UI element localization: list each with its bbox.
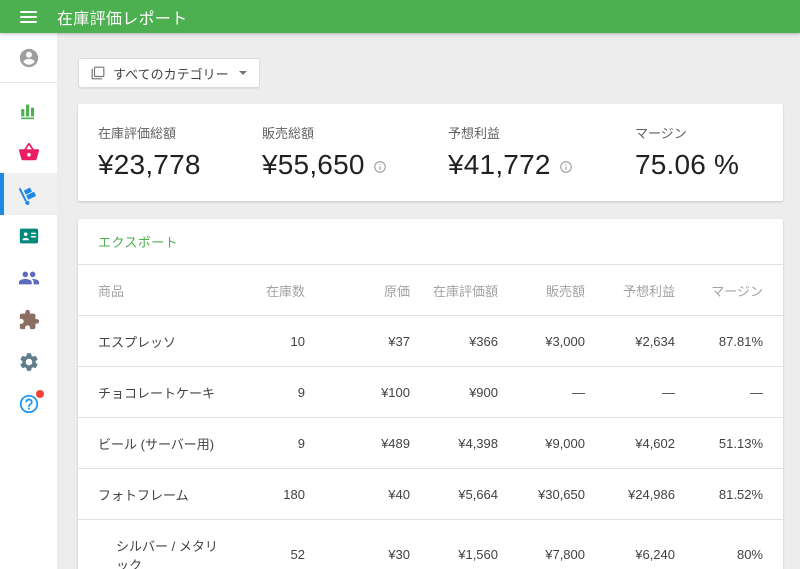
hamburger-menu-icon[interactable]	[0, 10, 57, 23]
stock-cell: 180	[218, 468, 305, 520]
retail-cell: —	[498, 366, 585, 418]
retail-cell: ¥30,650	[498, 468, 585, 520]
product-name-cell: ビール (サーバー用)	[78, 417, 218, 469]
category-filter-label: すべてのカテゴリー	[113, 66, 229, 82]
metric-label: マージン	[635, 126, 687, 141]
retail-cell: ¥9,000	[498, 417, 585, 469]
stock-cell: 9	[218, 366, 305, 418]
product-row[interactable]: ビール (サーバー用) 9 ¥489 ¥4,398 ¥9,000 ¥4,602 51.13%	[78, 417, 783, 469]
product-name-cell: チョコレートケーキ	[78, 366, 218, 418]
margin-cell: 51.13%	[675, 417, 783, 469]
metric-potential-profit: 予想利益 ¥41,772	[448, 123, 635, 201]
metric-label: 在庫評価総額	[98, 126, 177, 141]
notification-dot	[35, 390, 44, 398]
basket-icon	[18, 142, 39, 161]
product-name-cell: エスプレッソ	[78, 315, 218, 367]
chevron-down-icon	[238, 71, 247, 75]
main-content: すべてのカテゴリー 在庫評価総額 ¥23,778 販売総額 ¥55,650 予想…	[57, 33, 800, 569]
product-row[interactable]: チョコレートケーキ 9 ¥100 ¥900— — —	[78, 366, 783, 418]
margin-cell: 80%	[675, 519, 783, 569]
category-filter-dropdown[interactable]: すべてのカテゴリー	[78, 58, 260, 88]
sidebar-item-reports[interactable]	[0, 89, 57, 131]
value-cell: ¥5,664	[410, 468, 498, 520]
product-row[interactable]: エスプレッソ 10 ¥37 ¥366 ¥3,000 ¥2,634 87.81%	[78, 315, 783, 367]
column-header: 商品	[98, 284, 125, 299]
table-header-row: 商品 在庫数 原価 在庫評価額 販売額 予想利益 マージン	[78, 265, 783, 316]
puzzle-icon	[19, 309, 39, 330]
cost-cell: ¥40	[305, 468, 410, 520]
info-icon[interactable]	[559, 160, 573, 174]
sidebar-item-inventory[interactable]	[0, 173, 57, 215]
sidebar-item-apps[interactable]	[0, 299, 57, 341]
sidebar-item-help[interactable]	[0, 383, 57, 425]
sidebar-item-settings[interactable]	[0, 341, 57, 383]
product-row[interactable]: フォトフレーム 180 ¥40 ¥5,664 ¥30,650 ¥24,986 81.52%	[78, 468, 783, 520]
margin-cell: —	[675, 366, 783, 418]
stock-cell: 9	[218, 417, 305, 469]
column-header: 原価	[383, 284, 410, 299]
valuation-table: 商品 在庫数 原価 在庫評価額 販売額 予想利益 マージン エスプレッソ 10 ¥37 ¥366 ¥…	[78, 265, 783, 569]
profit-cell: ¥24,986	[585, 468, 675, 520]
margin-cell: 87.81%	[675, 315, 783, 367]
summary-card: 在庫評価総額 ¥23,778 販売総額 ¥55,650 予想利益 ¥41,772	[78, 104, 783, 201]
info-icon[interactable]	[373, 160, 387, 174]
metric-value: ¥55,650	[262, 149, 448, 181]
people-icon	[18, 271, 39, 285]
retail-cell: ¥3,000	[498, 315, 585, 367]
export-link[interactable]: エクスポート	[98, 235, 178, 250]
cost-cell: ¥489	[305, 417, 410, 469]
column-header: 予想利益	[622, 284, 675, 299]
profit-cell: ¥4,602	[585, 417, 675, 469]
metric-value: ¥41,772	[448, 149, 635, 181]
profit-cell: ¥6,240	[585, 519, 675, 569]
categories-icon	[91, 66, 105, 80]
cost-cell: ¥100	[305, 366, 410, 418]
stock-cell: 52	[218, 519, 305, 569]
sidebar-item-customers[interactable]	[0, 257, 57, 299]
margin-cell: 81.52%	[675, 468, 783, 520]
profit-cell: —	[585, 366, 675, 418]
value-cell: ¥366	[410, 315, 498, 367]
column-header: 在庫評価額	[432, 284, 498, 299]
metric-margin: マージン 75.06 %	[635, 123, 763, 201]
cost-cell: ¥37	[305, 315, 410, 367]
page-title: 在庫評価レポート	[57, 10, 188, 28]
metric-retail-value: 販売総額 ¥55,650	[262, 123, 448, 201]
id-badge-icon	[19, 228, 38, 244]
valuation-table-card: エクスポート 商品 在庫数 原価 在庫評価額 販売額 予想利益 マージン エスプレッソ 10 ¥…	[78, 219, 783, 569]
top-app-bar: 在庫評価レポート	[0, 0, 800, 33]
metric-value: ¥23,778	[98, 149, 201, 180]
value-cell: ¥900	[410, 366, 498, 418]
value-cell: ¥4,398	[410, 417, 498, 469]
export-row: エクスポート	[78, 219, 783, 265]
sidebar-item-items[interactable]	[0, 131, 57, 173]
column-header: 在庫数	[265, 284, 305, 299]
metric-label: 予想利益	[448, 126, 501, 141]
variant-row[interactable]: シルバー / メタリック 52 ¥30 ¥1,560 ¥7,800 ¥6,240 80%	[78, 519, 783, 569]
metric-value: 75.06 %	[635, 149, 740, 180]
hand-truck-icon	[18, 187, 36, 205]
stock-cell: 10	[218, 315, 305, 367]
column-header: マージン	[711, 284, 763, 299]
account-circle-icon	[19, 48, 38, 67]
gear-icon	[19, 353, 38, 371]
product-name-cell: フォトフレーム	[78, 468, 218, 520]
column-header: 販売額	[545, 284, 585, 299]
sidebar-item-account[interactable]	[0, 33, 57, 83]
cost-cell: ¥30	[305, 519, 410, 569]
sidebar	[0, 33, 57, 569]
value-cell: ¥1,560	[410, 519, 498, 569]
bar-chart-icon	[20, 104, 34, 120]
product-name-cell: シルバー / メタリック	[78, 519, 218, 569]
metric-inventory-value: 在庫評価総額 ¥23,778	[98, 123, 262, 201]
metric-label: 販売総額	[262, 126, 315, 141]
sidebar-item-employees[interactable]	[0, 215, 57, 257]
retail-cell: ¥7,800	[498, 519, 585, 569]
profit-cell: ¥2,634	[585, 315, 675, 367]
